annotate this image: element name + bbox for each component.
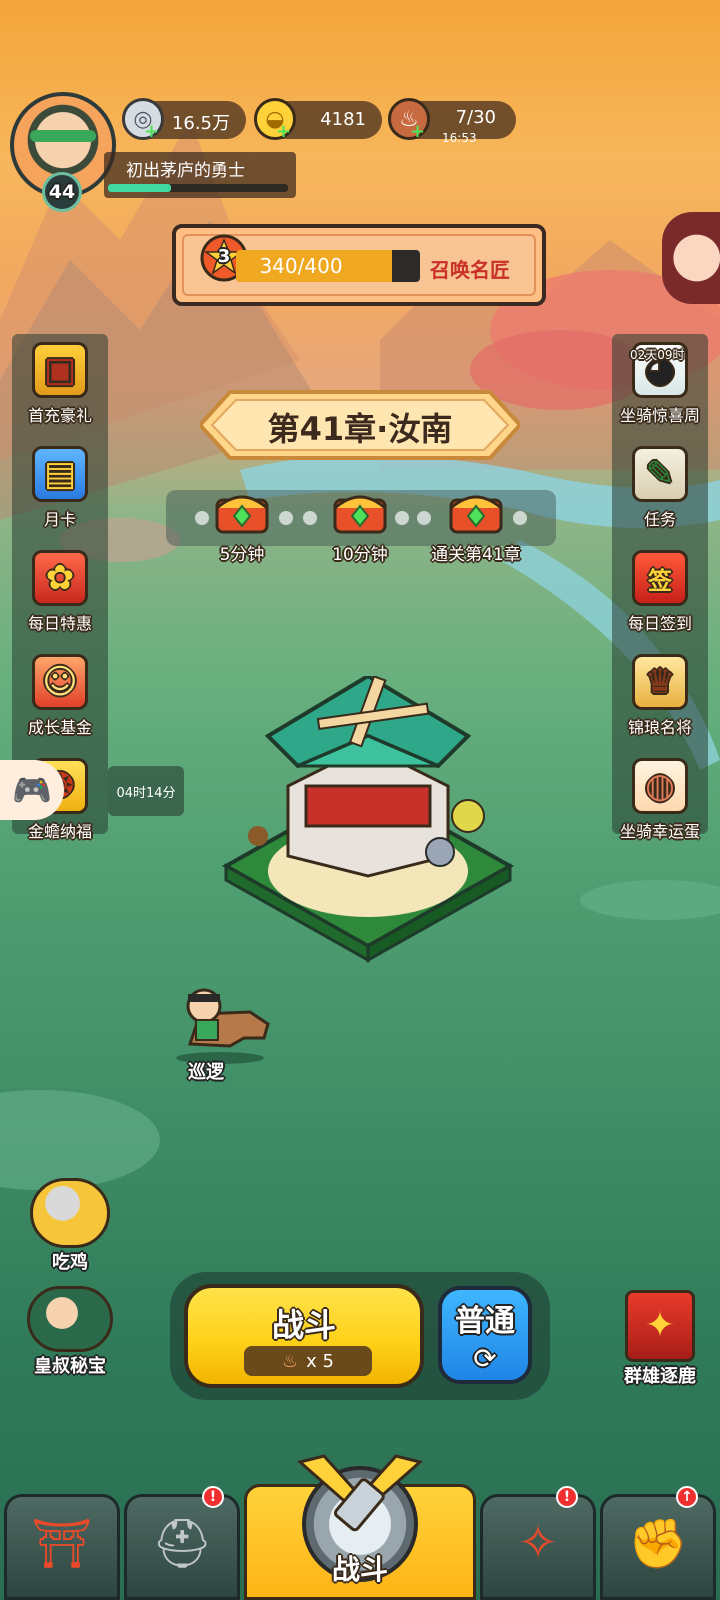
summon-progress-text: 340/400	[259, 254, 343, 278]
chapter-title: 第41章·汝南	[267, 410, 453, 448]
npc-label: 皇叔秘宝	[34, 1356, 106, 1377]
menu-label: 坐骑惊喜周	[619, 406, 700, 425]
menu-item-quest[interactable]: ✎ 任务	[612, 446, 708, 550]
nav-battle-label: 战斗	[331, 1553, 388, 1586]
refresh-icon: ⟳	[473, 1342, 497, 1375]
nav-tab-city[interactable]: ⛩	[4, 1494, 120, 1600]
nav-tab-upgrade[interactable]: ✊	[600, 1494, 716, 1600]
battle-icon	[296, 1454, 424, 1532]
gold-amount: 4181	[320, 109, 366, 130]
stamina-timer: 16:53	[442, 131, 477, 145]
silver-amount: 16.5万	[171, 113, 230, 134]
golden-toad-timer: 04时14分	[108, 766, 184, 816]
patrol-label: 巡逻	[188, 1062, 224, 1083]
gift-bag-icon: ✿	[32, 550, 88, 606]
nav-tab-weapons[interactable]: ✧	[480, 1494, 596, 1600]
plus-icon[interactable]: +	[276, 123, 291, 141]
quest-scroll-icon: ✎	[632, 446, 688, 502]
plus-icon[interactable]: +	[410, 123, 425, 141]
npc-uncle-treasure[interactable]: 皇叔秘宝	[18, 1286, 122, 1378]
meat-drumstick-icon: ♨	[282, 1350, 299, 1372]
menu-item-mount-egg[interactable]: ◍ 坐骑幸运蛋	[612, 758, 708, 862]
plus-icon[interactable]: +	[144, 123, 159, 141]
reward-item[interactable]: 通关第41章	[414, 486, 538, 565]
month-card-icon: ▤	[32, 446, 88, 502]
general-icon: ♛	[632, 654, 688, 710]
menu-item-daily-deal[interactable]: ✿ 每日特惠	[12, 550, 108, 654]
rider-sprite	[176, 988, 270, 1064]
menu-item-daily-sign[interactable]: 签 每日签到	[612, 550, 708, 654]
gold-resource[interactable]: ◒ + 4181	[254, 98, 382, 141]
reward-label: 通关第41章	[431, 545, 521, 565]
menu-label: 坐骑幸运蛋	[619, 822, 700, 841]
weapon-stars-icon: ✧	[517, 1515, 559, 1571]
sign-in-char: 签	[648, 566, 672, 595]
summon-label[interactable]: 召唤名匠	[430, 254, 510, 283]
menu-item-month-card[interactable]: ▤ 月卡	[12, 446, 108, 550]
stamina-amount: 7/30	[455, 107, 496, 128]
fist-upgrade-icon: ✊	[628, 1516, 688, 1572]
menu-label: 成长基金	[27, 718, 92, 737]
chest-icon	[333, 495, 387, 534]
sign-in-icon: 签	[632, 550, 688, 606]
mount-week-timer: 02天09时	[630, 348, 685, 362]
npc-label: 吃鸡	[52, 1252, 88, 1273]
menu-item-growth-fund[interactable]: ☺ 成长基金	[12, 654, 108, 758]
helmet-icon: ⛑	[151, 1516, 213, 1572]
menu-label: 每日特惠	[27, 614, 92, 633]
nav-tab-equipment[interactable]: ⛑	[124, 1494, 240, 1600]
silver-resource[interactable]: ◎ + 16.5万	[122, 98, 246, 141]
chicken-npc-icon	[30, 1178, 110, 1248]
reward-label: 5分钟	[219, 545, 265, 565]
chest-icon	[449, 495, 503, 534]
gamepad-float-icon[interactable]: 🎮	[0, 760, 64, 820]
reward-item[interactable]: 10分钟	[320, 486, 400, 565]
avatar-headband	[30, 130, 96, 142]
heroes-banner-icon: ✦	[625, 1290, 695, 1362]
alert-badge: !	[202, 1486, 224, 1508]
menu-item-mount-week[interactable]: ◕ 坐骑惊喜周 02天09时	[612, 342, 708, 446]
battle-cost-amount: x 5	[306, 1350, 334, 1372]
treasure-chest-icon: ▣	[32, 342, 88, 398]
player-xp-fill	[108, 184, 171, 192]
event-heroes[interactable]: ✦ 群雄逐鹿	[606, 1290, 714, 1388]
tower-island[interactable]	[218, 676, 518, 976]
menu-item-famous-general[interactable]: ♛ 锦琅名将	[612, 654, 708, 758]
npc-girl-portrait[interactable]	[662, 212, 720, 304]
event-label: 群雄逐鹿	[624, 1366, 696, 1387]
difficulty-mode-label: 普通	[455, 1304, 515, 1339]
menu-label: 月卡	[43, 510, 76, 529]
player-level-badge: 44	[42, 172, 82, 212]
alert-badge: !	[556, 1486, 578, 1508]
player-xp-bar	[108, 184, 288, 192]
npc-chicken[interactable]: 吃鸡	[22, 1178, 118, 1274]
menu-label: 锦琅名将	[627, 718, 692, 737]
battle-cost: ♨ x 5	[244, 1346, 372, 1376]
menu-label: 任务	[643, 510, 676, 529]
city-gate-icon: ⛩	[31, 1516, 93, 1572]
menu-item-first-recharge[interactable]: ▣ 首充豪礼	[12, 342, 108, 446]
reward-item[interactable]: 5分钟	[206, 486, 278, 565]
patrol-rider[interactable]: 巡逻	[160, 984, 276, 1084]
upgrade-alert-badge: ↑	[676, 1486, 698, 1508]
player-title: 初出茅庐的勇士	[126, 161, 245, 181]
chest-icon	[215, 495, 269, 534]
fund-icon: ☺	[32, 654, 88, 710]
menu-label: 每日签到	[627, 614, 692, 633]
menu-label: 首充豪礼	[27, 406, 92, 425]
mount-egg-icon: ◍	[632, 758, 688, 814]
battle-button-label: 战斗	[271, 1306, 336, 1344]
menu-label: 金蟾纳福	[27, 822, 92, 841]
reward-label: 10分钟	[332, 545, 388, 565]
right-menu: ◕ 坐骑惊喜周 02天09时 ✎ 任务 签 每日签到 ♛ 锦琅名将 ◍ 坐骑幸运…	[612, 342, 708, 862]
sleeping-uncle-icon	[27, 1286, 113, 1352]
